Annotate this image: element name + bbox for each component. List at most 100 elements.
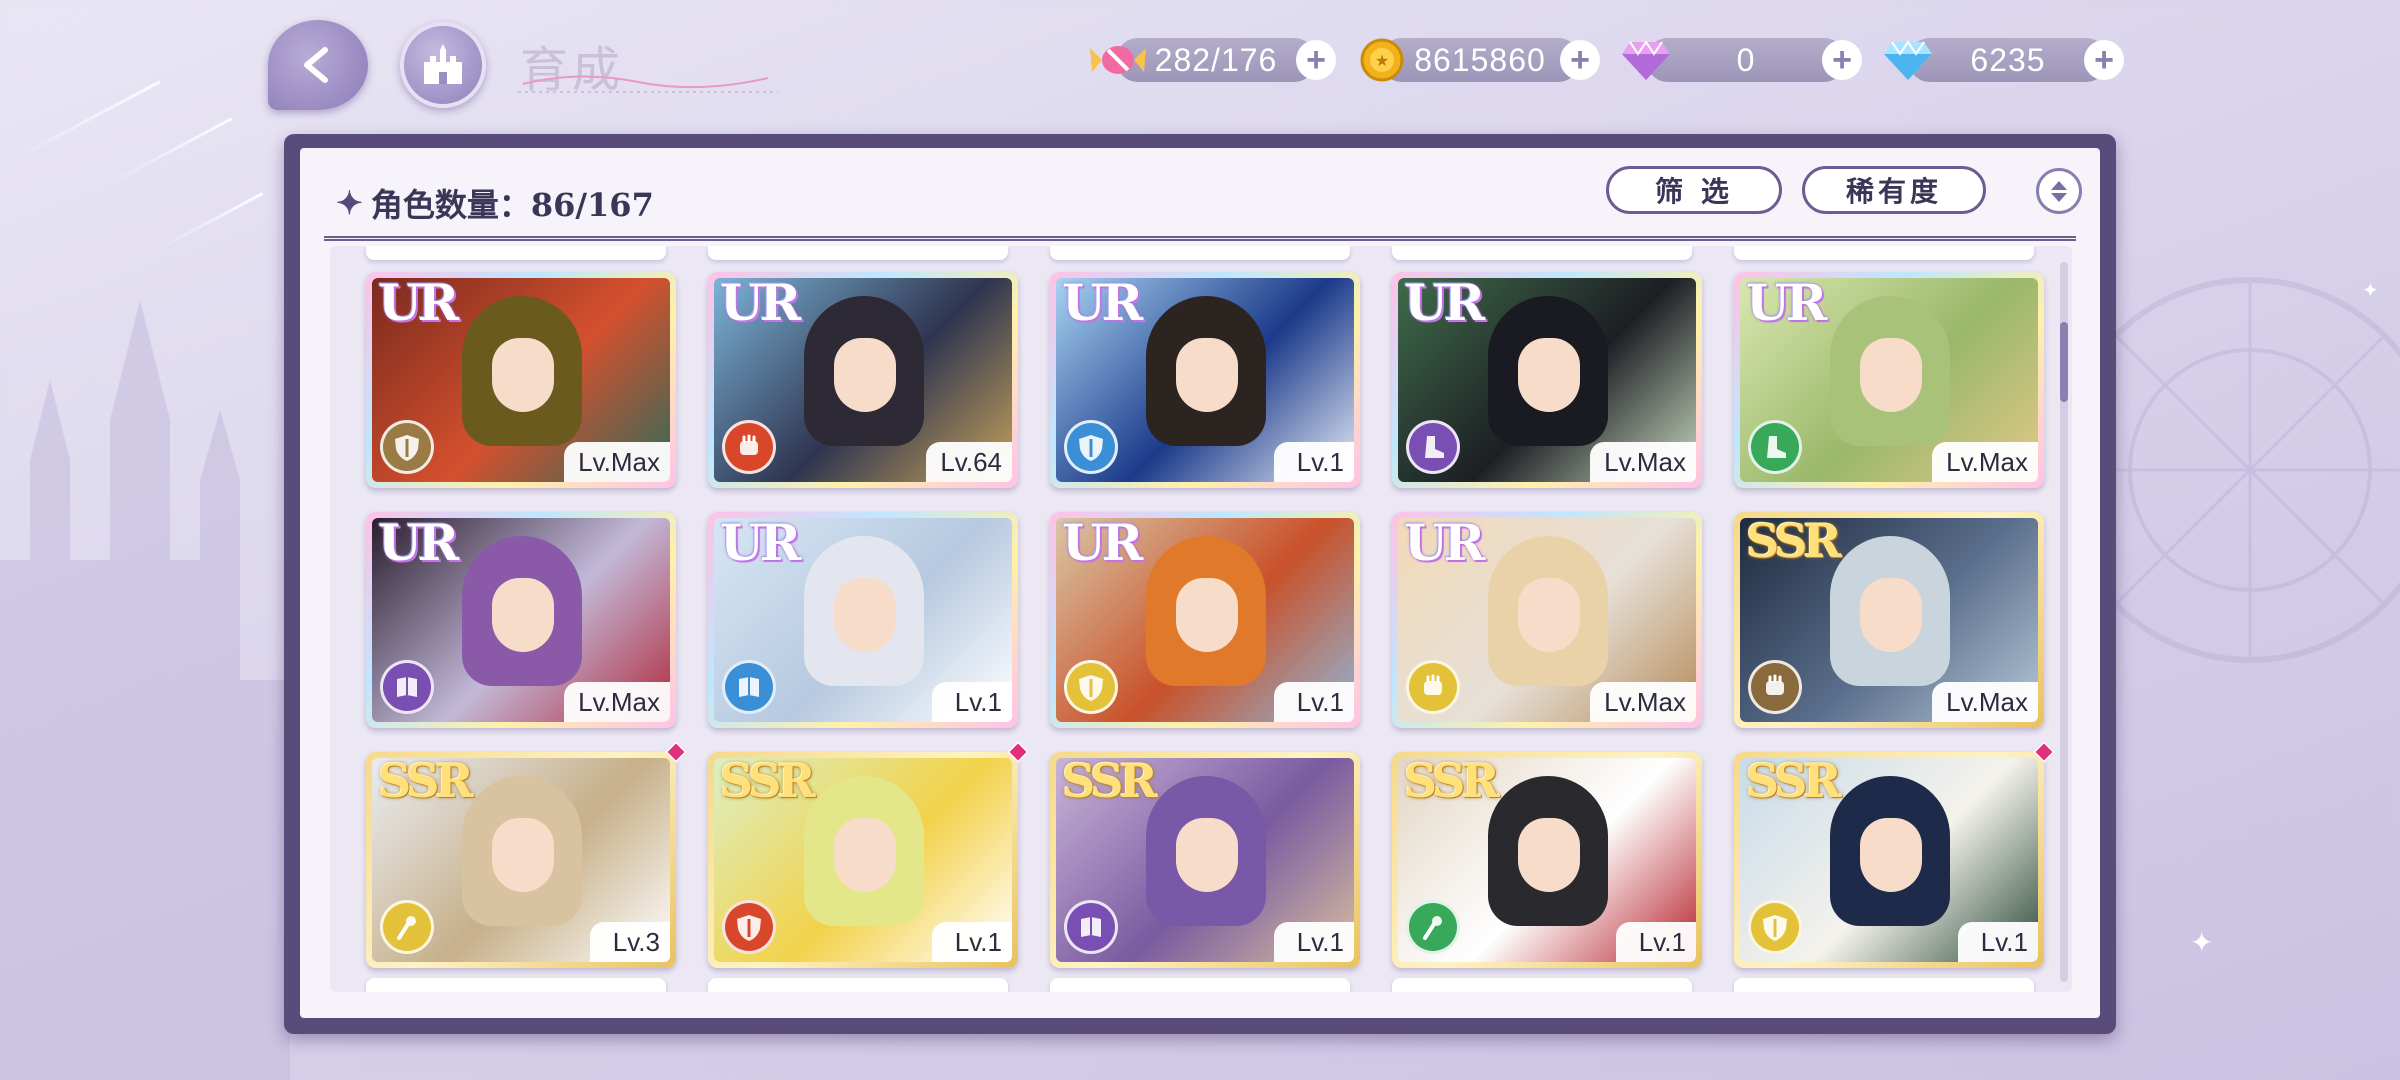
character-count: ✦ 角色数量：86/167	[336, 180, 654, 226]
diamond-counter: 6235	[1908, 38, 2108, 82]
rarity-label: UR	[1404, 278, 1485, 332]
character-face	[1176, 578, 1238, 652]
shield-icon	[380, 420, 434, 474]
partial-card-bottom	[1734, 978, 2034, 992]
character-face	[1860, 338, 1922, 412]
partial-card-bottom	[366, 978, 666, 992]
character-portrait: UR Lv.Max	[372, 278, 670, 482]
stamina-value: 282/176	[1154, 41, 1278, 78]
rarity-label: SSR	[720, 758, 816, 808]
add-stamina-button[interactable]: +	[1296, 40, 1336, 80]
partial-card-top	[1734, 246, 2034, 260]
character-card[interactable]: UR Lv.Max	[1392, 272, 1702, 488]
character-face	[1518, 338, 1580, 412]
rarity-label: SSR	[1404, 758, 1500, 808]
add-premium-gem-button[interactable]: +	[1822, 40, 1862, 80]
premium-gem-value: 0	[1736, 41, 1756, 78]
header-divider	[324, 236, 2076, 241]
shield-icon	[1064, 420, 1118, 474]
staff-icon	[1406, 900, 1460, 954]
character-panel-body: ✦ 角色数量：86/167 筛 选 稀有度 UR Lv.Max UR Lv.64…	[300, 148, 2100, 1018]
character-portrait: UR Lv.Max	[372, 518, 670, 722]
gold-value: 8615860	[1414, 41, 1546, 78]
level-label: Lv.1	[1616, 922, 1696, 962]
level-label: Lv.1	[932, 922, 1012, 962]
character-card[interactable]: UR Lv.Max	[366, 512, 676, 728]
shield-icon	[722, 900, 776, 954]
add-gold-button[interactable]: +	[1560, 40, 1600, 80]
diamond-value: 6235	[1970, 41, 2046, 78]
sort-order-toggle[interactable]	[2036, 168, 2082, 214]
level-label: Lv.1	[1274, 682, 1354, 722]
castle-home-icon	[424, 44, 462, 84]
level-label: Lv.Max	[564, 682, 670, 722]
partial-card-top	[1050, 246, 1350, 260]
partial-card-top	[708, 246, 1008, 260]
character-card[interactable]: UR Lv.Max	[1392, 512, 1702, 728]
rarity-label: UR	[1404, 518, 1485, 572]
character-card[interactable]: UR Lv.1	[708, 512, 1018, 728]
character-card[interactable]: UR Lv.1	[1050, 272, 1360, 488]
shield-icon	[1064, 660, 1118, 714]
svg-text:★: ★	[1375, 51, 1389, 70]
level-label: Lv.1	[932, 682, 1012, 722]
level-label: Lv.64	[926, 442, 1012, 482]
character-card[interactable]: SSR Lv.1	[708, 740, 1030, 968]
rarity-label: SSR	[1746, 758, 1842, 808]
sort-rarity-button[interactable]: 稀有度	[1802, 166, 1986, 214]
add-diamond-button[interactable]: +	[2084, 40, 2124, 80]
partial-card-bottom	[1392, 978, 1692, 992]
shield-icon	[1748, 900, 1802, 954]
back-arrow-icon	[304, 47, 328, 83]
character-card[interactable]: UR Lv.64	[708, 272, 1018, 488]
character-face	[1176, 818, 1238, 892]
home-button[interactable]	[400, 22, 486, 108]
rarity-label: SSR	[1746, 518, 1842, 568]
sort-down-icon	[2051, 192, 2067, 202]
character-card[interactable]: UR Lv.Max	[366, 272, 676, 488]
rarity-label: UR	[1746, 278, 1827, 332]
scrollbar-thumb[interactable]	[2060, 322, 2068, 402]
character-card[interactable]: SSR Lv.1	[1392, 752, 1702, 968]
character-count-text: 角色数量：86/167	[370, 186, 654, 224]
character-portrait: SSR Lv.1	[1398, 758, 1696, 962]
character-card[interactable]: SSR Lv.3	[366, 740, 688, 968]
boot-icon	[1406, 420, 1460, 474]
character-portrait: SSR Lv.1	[1740, 758, 2038, 962]
rarity-label: UR	[1062, 278, 1143, 332]
character-face	[1518, 818, 1580, 892]
character-card[interactable]: SSR Lv.1	[1734, 740, 2056, 968]
light-streak	[156, 192, 264, 251]
rarity-label: UR	[378, 518, 459, 572]
character-panel: ✦ 角色数量：86/167 筛 选 稀有度 UR Lv.Max UR Lv.64…	[284, 134, 2116, 1034]
fist-icon	[1748, 660, 1802, 714]
character-face	[834, 818, 896, 892]
character-card[interactable]: SSR Lv.1	[1050, 752, 1360, 968]
character-grid[interactable]: UR Lv.Max UR Lv.64 UR Lv.1 UR Lv.Max UR …	[330, 246, 2072, 992]
level-label: Lv.Max	[564, 442, 670, 482]
character-card[interactable]: UR Lv.Max	[1734, 272, 2044, 488]
level-label: Lv.3	[590, 922, 670, 962]
filter-button[interactable]: 筛 选	[1606, 166, 1782, 214]
character-face	[1860, 578, 1922, 652]
partial-card-top	[366, 246, 666, 260]
character-portrait: UR Lv.Max	[1740, 278, 2038, 482]
rarity-label: SSR	[378, 758, 474, 808]
blue-diamond-icon	[1878, 30, 1938, 90]
character-card[interactable]: SSR Lv.Max	[1734, 512, 2044, 728]
fist-icon	[722, 420, 776, 474]
title-decoration	[518, 75, 778, 93]
character-face	[834, 578, 896, 652]
level-label: Lv.Max	[1590, 442, 1696, 482]
character-portrait: UR Lv.Max	[1398, 518, 1696, 722]
rarity-label: UR	[1062, 518, 1143, 572]
grid-scrollbar[interactable]	[2060, 262, 2068, 982]
book-icon	[1064, 900, 1118, 954]
premium-gem-counter: 0	[1646, 38, 1846, 82]
character-portrait: UR Lv.1	[714, 518, 1012, 722]
back-button[interactable]	[268, 20, 368, 110]
character-face	[1176, 338, 1238, 412]
light-streak	[9, 80, 161, 163]
partial-card-top	[1392, 246, 1692, 260]
character-card[interactable]: UR Lv.1	[1050, 512, 1360, 728]
